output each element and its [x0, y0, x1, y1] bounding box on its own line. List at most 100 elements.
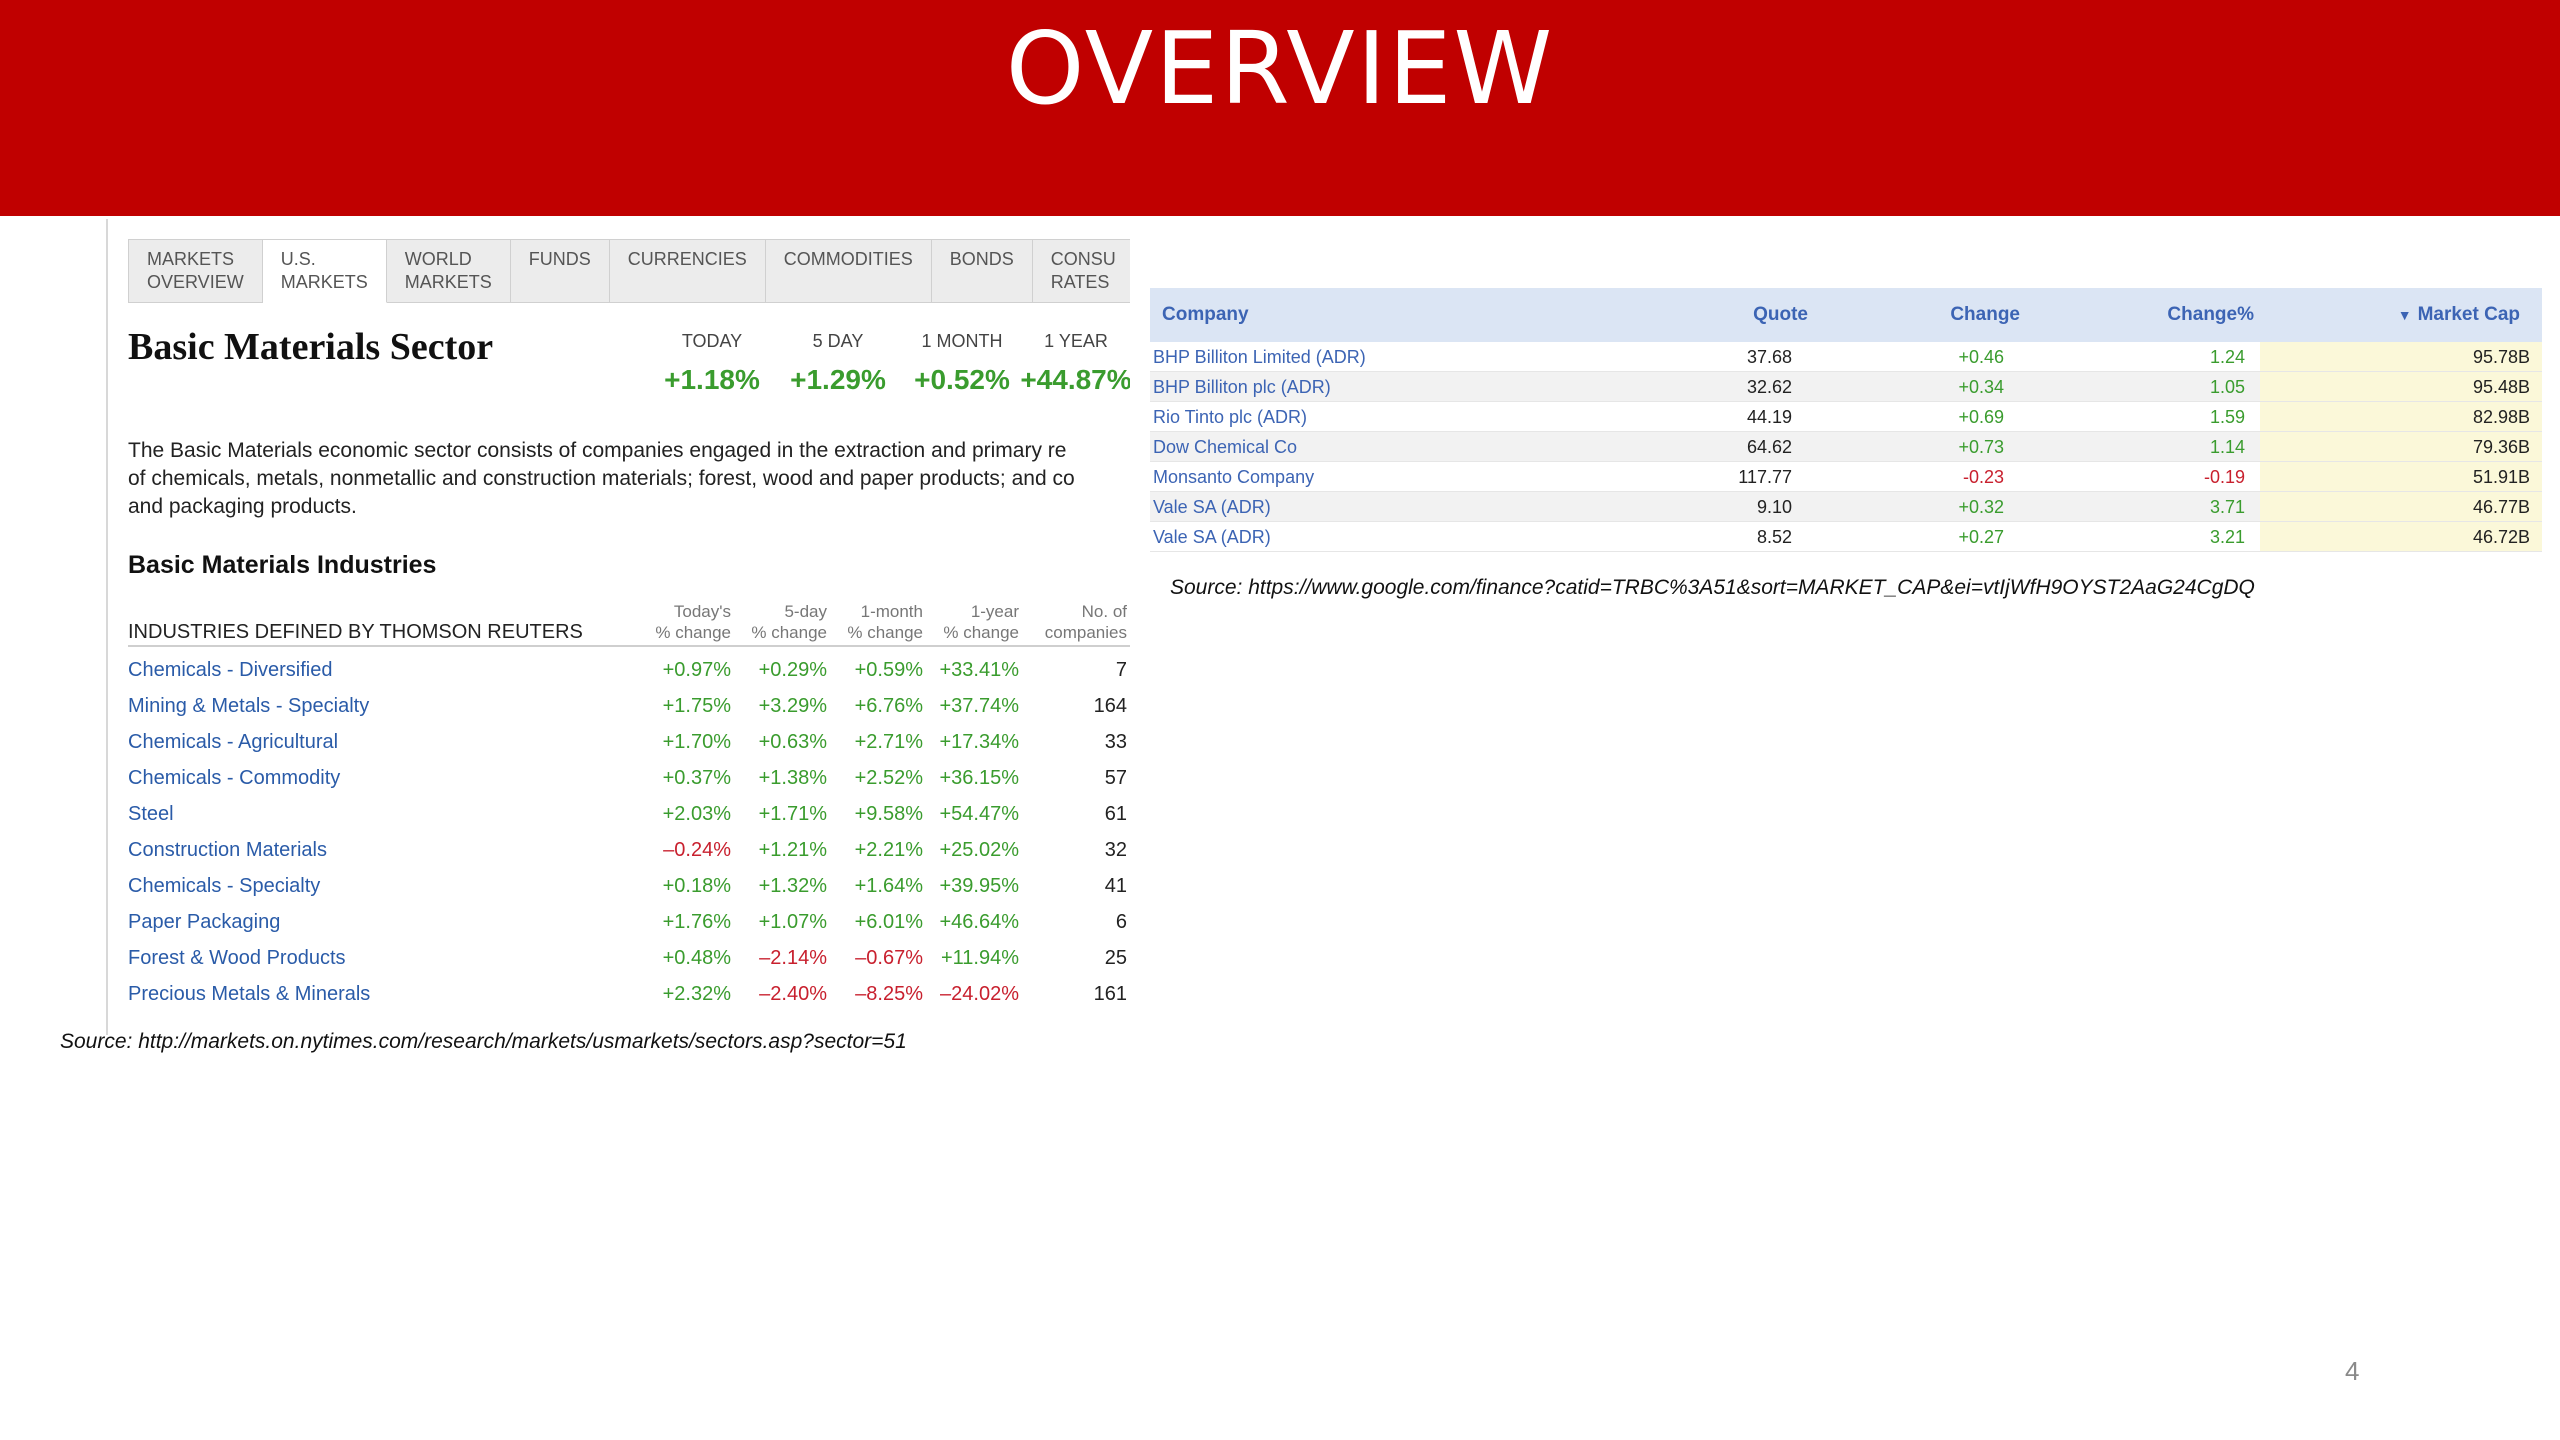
table-row: Vale SA (ADR) 8.52 +0.27 3.21 46.72B — [1150, 522, 2542, 552]
change-value: -0.23 — [1962, 467, 2004, 487]
market-cap-value: 51.91B — [2472, 467, 2530, 487]
gf-table-header: Company Quote Change Change% ▼ Market Cap — [1150, 288, 2542, 342]
company-link[interactable]: BHP Billiton plc (ADR) — [1153, 377, 1331, 398]
industry-link[interactable]: Chemicals - Agricultural — [128, 731, 338, 754]
market-cap-value: 79.36B — [2472, 437, 2530, 457]
market-cap-value: 46.72B — [2472, 527, 2530, 547]
table-row: BHP Billiton plc (ADR) 32.62 +0.34 1.05 95.4… — [1150, 372, 2542, 402]
industry-link[interactable]: Chemicals - Diversified — [128, 659, 333, 682]
table-row: Forest & Wood Products +0.48% –2.14% –0.67%… — [128, 939, 1130, 975]
industry-link[interactable]: Mining & Metals - Specialty — [128, 695, 369, 718]
industry-m1-change: +9.58% — [854, 803, 923, 825]
tab-us-markets[interactable]: U.S. MARKETS — [262, 239, 387, 303]
industry-today-change: +0.18% — [662, 875, 731, 897]
header-change-pct[interactable]: Change% — [2167, 304, 2254, 326]
company-link[interactable]: Monsanto Company — [1153, 467, 1314, 488]
industry-d5-change: +1.71% — [758, 803, 827, 825]
industry-m1-change: –0.67% — [855, 947, 923, 969]
company-link[interactable]: Vale SA (ADR) — [1153, 497, 1271, 518]
table-row: Chemicals - Agricultural +1.70% +0.63% +2.7… — [128, 723, 1130, 759]
industry-link[interactable]: Construction Materials — [128, 839, 327, 862]
company-link[interactable]: Rio Tinto plc (ADR) — [1153, 407, 1307, 428]
col-today: Today's% change — [655, 602, 731, 642]
industry-d5-change: –2.14% — [759, 947, 827, 969]
company-link[interactable]: Vale SA (ADR) — [1153, 527, 1271, 548]
industry-y1-change: +11.94% — [940, 947, 1019, 969]
industry-link[interactable]: Forest & Wood Products — [128, 947, 346, 970]
google-finance-source: Source: https://www.google.com/finance?c… — [1170, 576, 2255, 599]
tab-bonds[interactable]: BONDS — [931, 239, 1033, 303]
header-market-cap[interactable]: ▼ Market Cap — [2398, 304, 2520, 326]
industry-y1-change: +36.15% — [939, 767, 1019, 789]
industry-company-count: 41 — [1104, 875, 1127, 897]
industry-y1-change: +33.41% — [939, 659, 1019, 681]
header-quote[interactable]: Quote — [1753, 304, 1808, 326]
perf-1year: 1 YEAR +44.87% — [1020, 331, 1130, 395]
market-cap-value: 46.77B — [2472, 497, 2530, 517]
industry-m1-change: –8.25% — [855, 983, 923, 1005]
sector-title: Basic Materials Sector — [128, 326, 494, 368]
quote-value: 32.62 — [1746, 377, 1792, 397]
industry-link[interactable]: Chemicals - Commodity — [128, 767, 340, 790]
tab-commodities[interactable]: COMMODITIES — [765, 239, 932, 303]
industries-table-body: Chemicals - Diversified +0.97% +0.29% +0.59… — [128, 651, 1130, 1011]
header-change[interactable]: Change — [1950, 304, 2020, 326]
sort-desc-icon: ▼ — [2397, 307, 2412, 323]
google-finance-table: Company Quote Change Change% ▼ Market Cap… — [1150, 288, 2542, 552]
col-1month: 1-month% change — [847, 602, 923, 642]
col-1year: 1-year% change — [943, 602, 1019, 642]
change-value: +0.69 — [1958, 407, 2004, 427]
change-pct-value: 1.05 — [2209, 377, 2245, 397]
change-value: +0.73 — [1958, 437, 2004, 457]
quote-value: 117.77 — [1738, 467, 1792, 487]
quote-value: 44.19 — [1746, 407, 1792, 427]
table-row: Paper Packaging +1.76% +1.07% +6.01% +46.64%… — [128, 903, 1130, 939]
col-companies: No. of companies — [1044, 602, 1127, 642]
quote-value: 37.68 — [1746, 347, 1792, 367]
industry-today-change: +0.48% — [662, 947, 731, 969]
tab-world-markets[interactable]: WORLD MARKETS — [386, 239, 511, 303]
table-row: Rio Tinto plc (ADR) 44.19 +0.69 1.59 82.98B — [1150, 402, 2542, 432]
industry-company-count: 61 — [1104, 803, 1127, 825]
quote-value: 9.10 — [1756, 497, 1792, 517]
tab-markets-overview[interactable]: MARKETS OVERVIEW — [128, 239, 263, 303]
market-cap-value: 82.98B — [2472, 407, 2530, 427]
col-5day: 5-day% change — [751, 602, 827, 642]
nytimes-source: Source: http://markets.on.nytimes.com/re… — [60, 1030, 907, 1053]
industry-today-change: +0.37% — [662, 767, 731, 789]
industry-m1-change: +2.71% — [854, 731, 923, 753]
industry-y1-change: +39.95% — [939, 875, 1019, 897]
company-link[interactable]: Dow Chemical Co — [1153, 437, 1297, 458]
company-link[interactable]: BHP Billiton Limited (ADR) — [1153, 347, 1366, 368]
tab-consumer-rates[interactable]: CONSU RATES — [1032, 239, 1130, 303]
change-value: +0.32 — [1958, 497, 2004, 517]
industry-company-count: 7 — [1115, 659, 1127, 681]
title-banner: OVERVIEW — [0, 0, 2560, 216]
industry-link[interactable]: Paper Packaging — [128, 911, 280, 934]
industry-d5-change: –2.40% — [759, 983, 827, 1005]
table-row: Chemicals - Specialty +0.18% +1.32% +1.64% +… — [128, 867, 1130, 903]
industry-link[interactable]: Steel — [128, 803, 174, 826]
industries-table-header: INDUSTRIES DEFINED BY THOMSON REUTERS To… — [128, 601, 1130, 647]
table-row: Construction Materials –0.24% +1.21% +2.21%… — [128, 831, 1130, 867]
perf-today: TODAY +1.18% — [664, 331, 760, 395]
industry-company-count: 32 — [1104, 839, 1127, 861]
industry-d5-change: +1.21% — [758, 839, 827, 861]
table-row: BHP Billiton Limited (ADR) 37.68 +0.46 1.24… — [1150, 342, 2542, 372]
table-row: Chemicals - Diversified +0.97% +0.29% +0.59… — [128, 651, 1130, 687]
industry-link[interactable]: Chemicals - Specialty — [128, 875, 320, 898]
table-row: Precious Metals & Minerals +2.32% –2.40% –8… — [128, 975, 1130, 1011]
table-row: Mining & Metals - Specialty +1.75% +3.29% +… — [128, 687, 1130, 723]
quote-value: 64.62 — [1746, 437, 1792, 457]
change-value: +0.34 — [1958, 377, 2004, 397]
industry-company-count: 6 — [1115, 911, 1127, 933]
change-value: +0.46 — [1958, 347, 2004, 367]
market-cap-value: 95.78B — [2472, 347, 2530, 367]
tab-currencies[interactable]: CURRENCIES — [609, 239, 766, 303]
tab-funds[interactable]: FUNDS — [510, 239, 610, 303]
industry-link[interactable]: Precious Metals & Minerals — [128, 983, 370, 1006]
page-number: 4 — [2345, 1356, 2360, 1386]
industry-y1-change: +54.47% — [939, 803, 1019, 825]
change-pct-value: 3.21 — [2209, 527, 2245, 547]
header-company[interactable]: Company — [1162, 304, 1249, 326]
